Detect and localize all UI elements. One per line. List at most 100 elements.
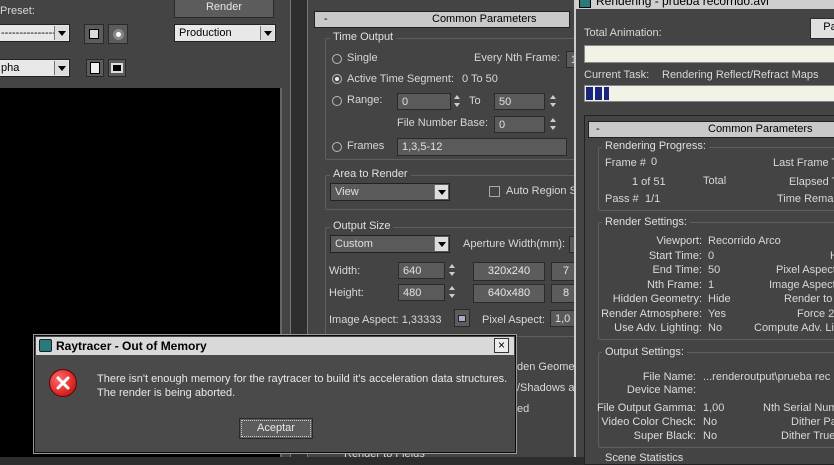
close-button[interactable]: × — [494, 338, 509, 353]
output-size-title: Output Size — [330, 220, 394, 232]
hidden-geometry-value: Hide — [708, 293, 731, 305]
settings-col2-force: Force 2- — [797, 308, 834, 320]
render-button[interactable]: Render — [174, 0, 274, 18]
gamma-label: File Output Gamma: — [596, 402, 696, 414]
file-number-base-label: File Number Base: — [397, 117, 489, 129]
preset-label: Preset: — [0, 5, 35, 17]
height-label: Height: — [329, 287, 364, 299]
current-task-label: Current Task: — [584, 69, 650, 81]
frames-field[interactable]: 1,3,5-12 — [397, 138, 567, 156]
range-to-field[interactable]: 50 — [494, 93, 545, 110]
file-number-base-spinner[interactable] — [549, 116, 558, 133]
width-spinner[interactable] — [448, 262, 457, 279]
active-segment-radio[interactable] — [332, 74, 342, 84]
channel-dropdown[interactable]: pha — [0, 59, 70, 77]
render-atmosphere-value: Yes — [708, 308, 726, 320]
save-preset-button[interactable] — [84, 24, 104, 44]
preset-640x480-button[interactable]: 640x480 — [473, 284, 545, 303]
time-output-title: Time Output — [330, 31, 397, 43]
collapse-toggle[interactable]: - — [324, 12, 328, 27]
rollout-title: Common Parameters — [708, 123, 813, 135]
gear-button[interactable] — [108, 24, 128, 44]
active-segment-label: Active Time Segment: — [347, 73, 454, 85]
area-dropdown[interactable]: View — [330, 183, 450, 201]
viewport-label: Viewport: — [656, 235, 702, 247]
frame-of-total: 1 of 51 — [632, 176, 666, 188]
range-label: Range: — [347, 94, 383, 106]
lock-icon — [458, 315, 466, 322]
clone-frame-button[interactable] — [86, 59, 104, 77]
task-progress-fill — [586, 87, 610, 100]
display-button[interactable] — [108, 59, 126, 77]
single-radio[interactable] — [332, 54, 342, 64]
options-partial-3: ed — [517, 403, 530, 415]
lock-aspect-button[interactable] — [454, 309, 470, 327]
auto-region-checkbox[interactable] — [489, 186, 500, 197]
rollout-title: Common Parameters — [432, 13, 537, 25]
save-preset-icon — [89, 29, 99, 39]
collapse-toggle[interactable]: - — [596, 122, 600, 137]
rendering-common-params-header[interactable]: - Common Parameters — [588, 121, 834, 138]
pixel-aspect-label: Pixel Aspect: — [482, 314, 545, 326]
range-to-spinner[interactable] — [549, 93, 558, 110]
active-segment-value: 0 To 50 — [462, 73, 498, 85]
pass-label: Pass # — [605, 193, 639, 205]
nth-frame-value: 1 — [708, 279, 715, 291]
dialog-message-line-2: The render is being aborted. — [97, 387, 236, 399]
last-frame-time-label: Last Frame T — [773, 157, 834, 169]
frames-label: Frames — [347, 140, 385, 152]
gamma-value: 1,00 — [703, 402, 725, 414]
rendering-titlebar: Rendering - prueba recorrido.avi — [576, 0, 834, 9]
current-task-progress — [584, 85, 834, 102]
settings-col2-image-aspect: Image Aspect — [769, 279, 834, 291]
every-nth-label: Every Nth Frame: — [474, 52, 561, 64]
range-radio[interactable] — [332, 96, 342, 106]
adv-lighting-label: Use Adv. Lighting: — [614, 322, 702, 334]
range-from-spinner[interactable] — [453, 93, 462, 110]
dialog-message-line-1: There isn't enough memory for the raytra… — [97, 373, 508, 385]
total-label: Total — [703, 175, 727, 187]
width-field[interactable]: 640 — [398, 262, 445, 279]
height-field[interactable]: 480 — [398, 284, 445, 301]
ok-button[interactable]: Aceptar — [239, 418, 313, 439]
total-animation-label: Total Animation: — [584, 27, 662, 39]
nth-serial-label: Nth Serial Numb — [763, 402, 834, 414]
common-parameters-rollout-header[interactable]: - Common Parameters — [314, 11, 570, 28]
file-name-label: File Name: — [642, 371, 696, 383]
file-number-base-field[interactable]: 0 — [494, 116, 545, 133]
preset-320x240-button[interactable]: 320x240 — [473, 262, 545, 281]
settings-col2-pixel-aspect: Pixel Aspect — [776, 264, 834, 276]
chevron-down-icon — [434, 185, 448, 199]
output-settings-title: Output Settings: — [602, 346, 687, 358]
time-remaining-label: Time Remain — [777, 193, 834, 205]
range-from-field[interactable]: 0 — [397, 93, 451, 110]
dialog-titlebar: Raytracer - Out of Memory × — [36, 337, 514, 355]
output-size-dropdown[interactable]: Custom — [330, 235, 450, 253]
adv-lighting-value: No — [708, 322, 723, 334]
video-color-check-value: No — [703, 416, 718, 428]
pause-button[interactable]: Pa — [810, 18, 834, 39]
viewport-value: Recorrido Arco — [708, 235, 781, 247]
total-animation-progress — [584, 45, 834, 63]
preset-value: ---------------- — [1, 27, 60, 39]
chevron-down-icon — [434, 237, 448, 251]
rendering-title: Rendering - prueba recorrido.avi — [596, 0, 769, 8]
file-name-value: ...renderoutput\prueba rec — [703, 371, 831, 383]
settings-col2-h: H — [830, 250, 834, 262]
frames-radio[interactable] — [332, 142, 342, 152]
height-spinner[interactable] — [448, 284, 457, 301]
pass-value: 1/1 — [645, 193, 661, 205]
super-black-label: Super Black: — [633, 430, 696, 442]
start-time-value: 0 — [708, 250, 715, 262]
chevron-down-icon — [260, 26, 274, 40]
production-dropdown[interactable]: Production — [174, 24, 276, 42]
dither-true-label: Dither True — [781, 430, 834, 442]
clone-icon — [90, 62, 100, 74]
single-label: Single — [347, 52, 378, 64]
error-icon — [49, 369, 77, 397]
super-black-value: No — [703, 430, 718, 442]
frame-label: Frame # — [605, 157, 646, 169]
preset-dropdown[interactable]: ---------------- — [0, 24, 70, 42]
frame-value: 0 — [651, 156, 658, 168]
output-size-value: Custom — [335, 238, 373, 250]
